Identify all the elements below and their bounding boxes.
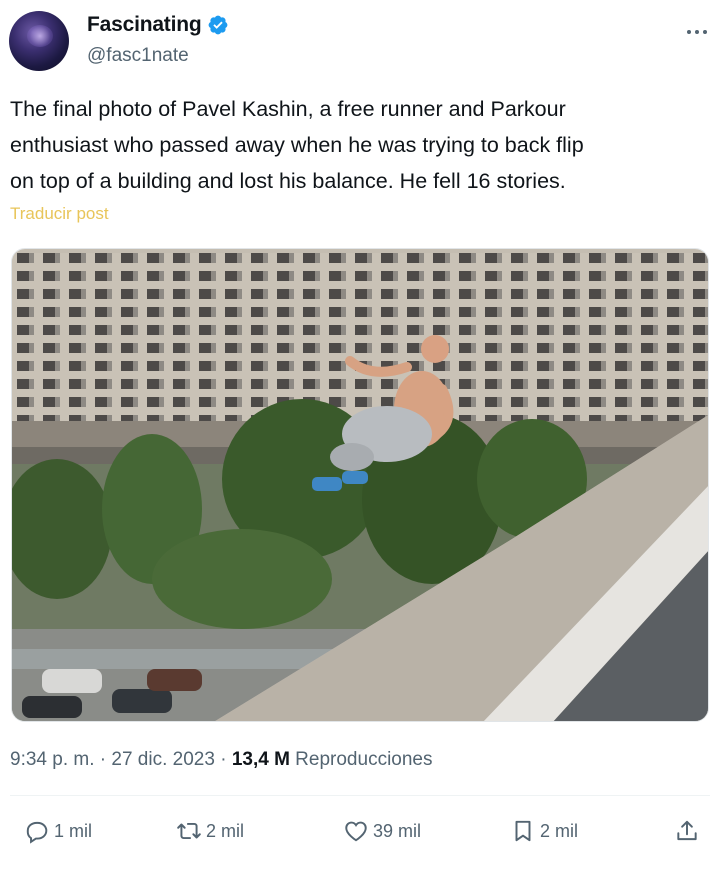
share-icon — [677, 820, 697, 841]
author-name-row: Fascinating — [87, 13, 229, 37]
tweet-time[interactable]: 9:34 p. m. — [10, 749, 95, 770]
tweet-meta: 9:34 p. m. · 27 dic. 2023 · 13,4 M Repro… — [10, 749, 433, 771]
repost-icon — [177, 822, 201, 840]
divider — [10, 795, 710, 796]
bookmark-count: 2 mil — [540, 820, 579, 841]
repost-count: 2 mil — [206, 820, 245, 841]
verified-badge-icon — [208, 15, 227, 35]
reply-icon — [26, 821, 48, 844]
bookmark-icon — [515, 820, 531, 842]
reply-button[interactable]: 1 mil — [24, 818, 92, 844]
translate-post-link[interactable]: Traducir post — [10, 204, 109, 224]
tweet-date[interactable]: 27 dic. 2023 — [111, 749, 215, 770]
author-display-name[interactable]: Fascinating — [87, 13, 202, 37]
meta-separator: · — [214, 749, 232, 770]
tweet-text: The final photo of Pavel Kashin, a free … — [10, 91, 710, 199]
author-avatar[interactable] — [9, 11, 69, 71]
share-button[interactable] — [674, 818, 704, 844]
author-handle[interactable]: @fasc1nate — [87, 45, 189, 67]
more-options-icon[interactable] — [685, 22, 709, 42]
like-count: 39 mil — [373, 820, 422, 841]
bookmark-button[interactable]: 2 mil — [510, 818, 578, 844]
tweet-actions: 1 mil 2 mil 39 mil 2 mil — [10, 818, 710, 858]
view-count-label: Reproducciones — [289, 749, 433, 770]
reply-count: 1 mil — [54, 820, 93, 841]
like-button[interactable]: 39 mil — [343, 818, 421, 844]
meta-separator: · — [94, 749, 112, 770]
heart-icon — [345, 821, 367, 842]
tweet-text-line: on top of a building and lost his balanc… — [10, 169, 566, 193]
tweet-text-line: The final photo of Pavel Kashin, a free … — [10, 97, 566, 121]
view-count: 13,4 M — [231, 749, 290, 770]
rooftop-photo-illustration — [12, 249, 708, 721]
repost-button[interactable]: 2 mil — [176, 818, 244, 844]
tweet-text-line: enthusiast who passed away when he was t… — [10, 133, 584, 157]
tweet-photo[interactable] — [11, 248, 709, 722]
tweet-header: Fascinating @fasc1nate — [9, 10, 711, 72]
